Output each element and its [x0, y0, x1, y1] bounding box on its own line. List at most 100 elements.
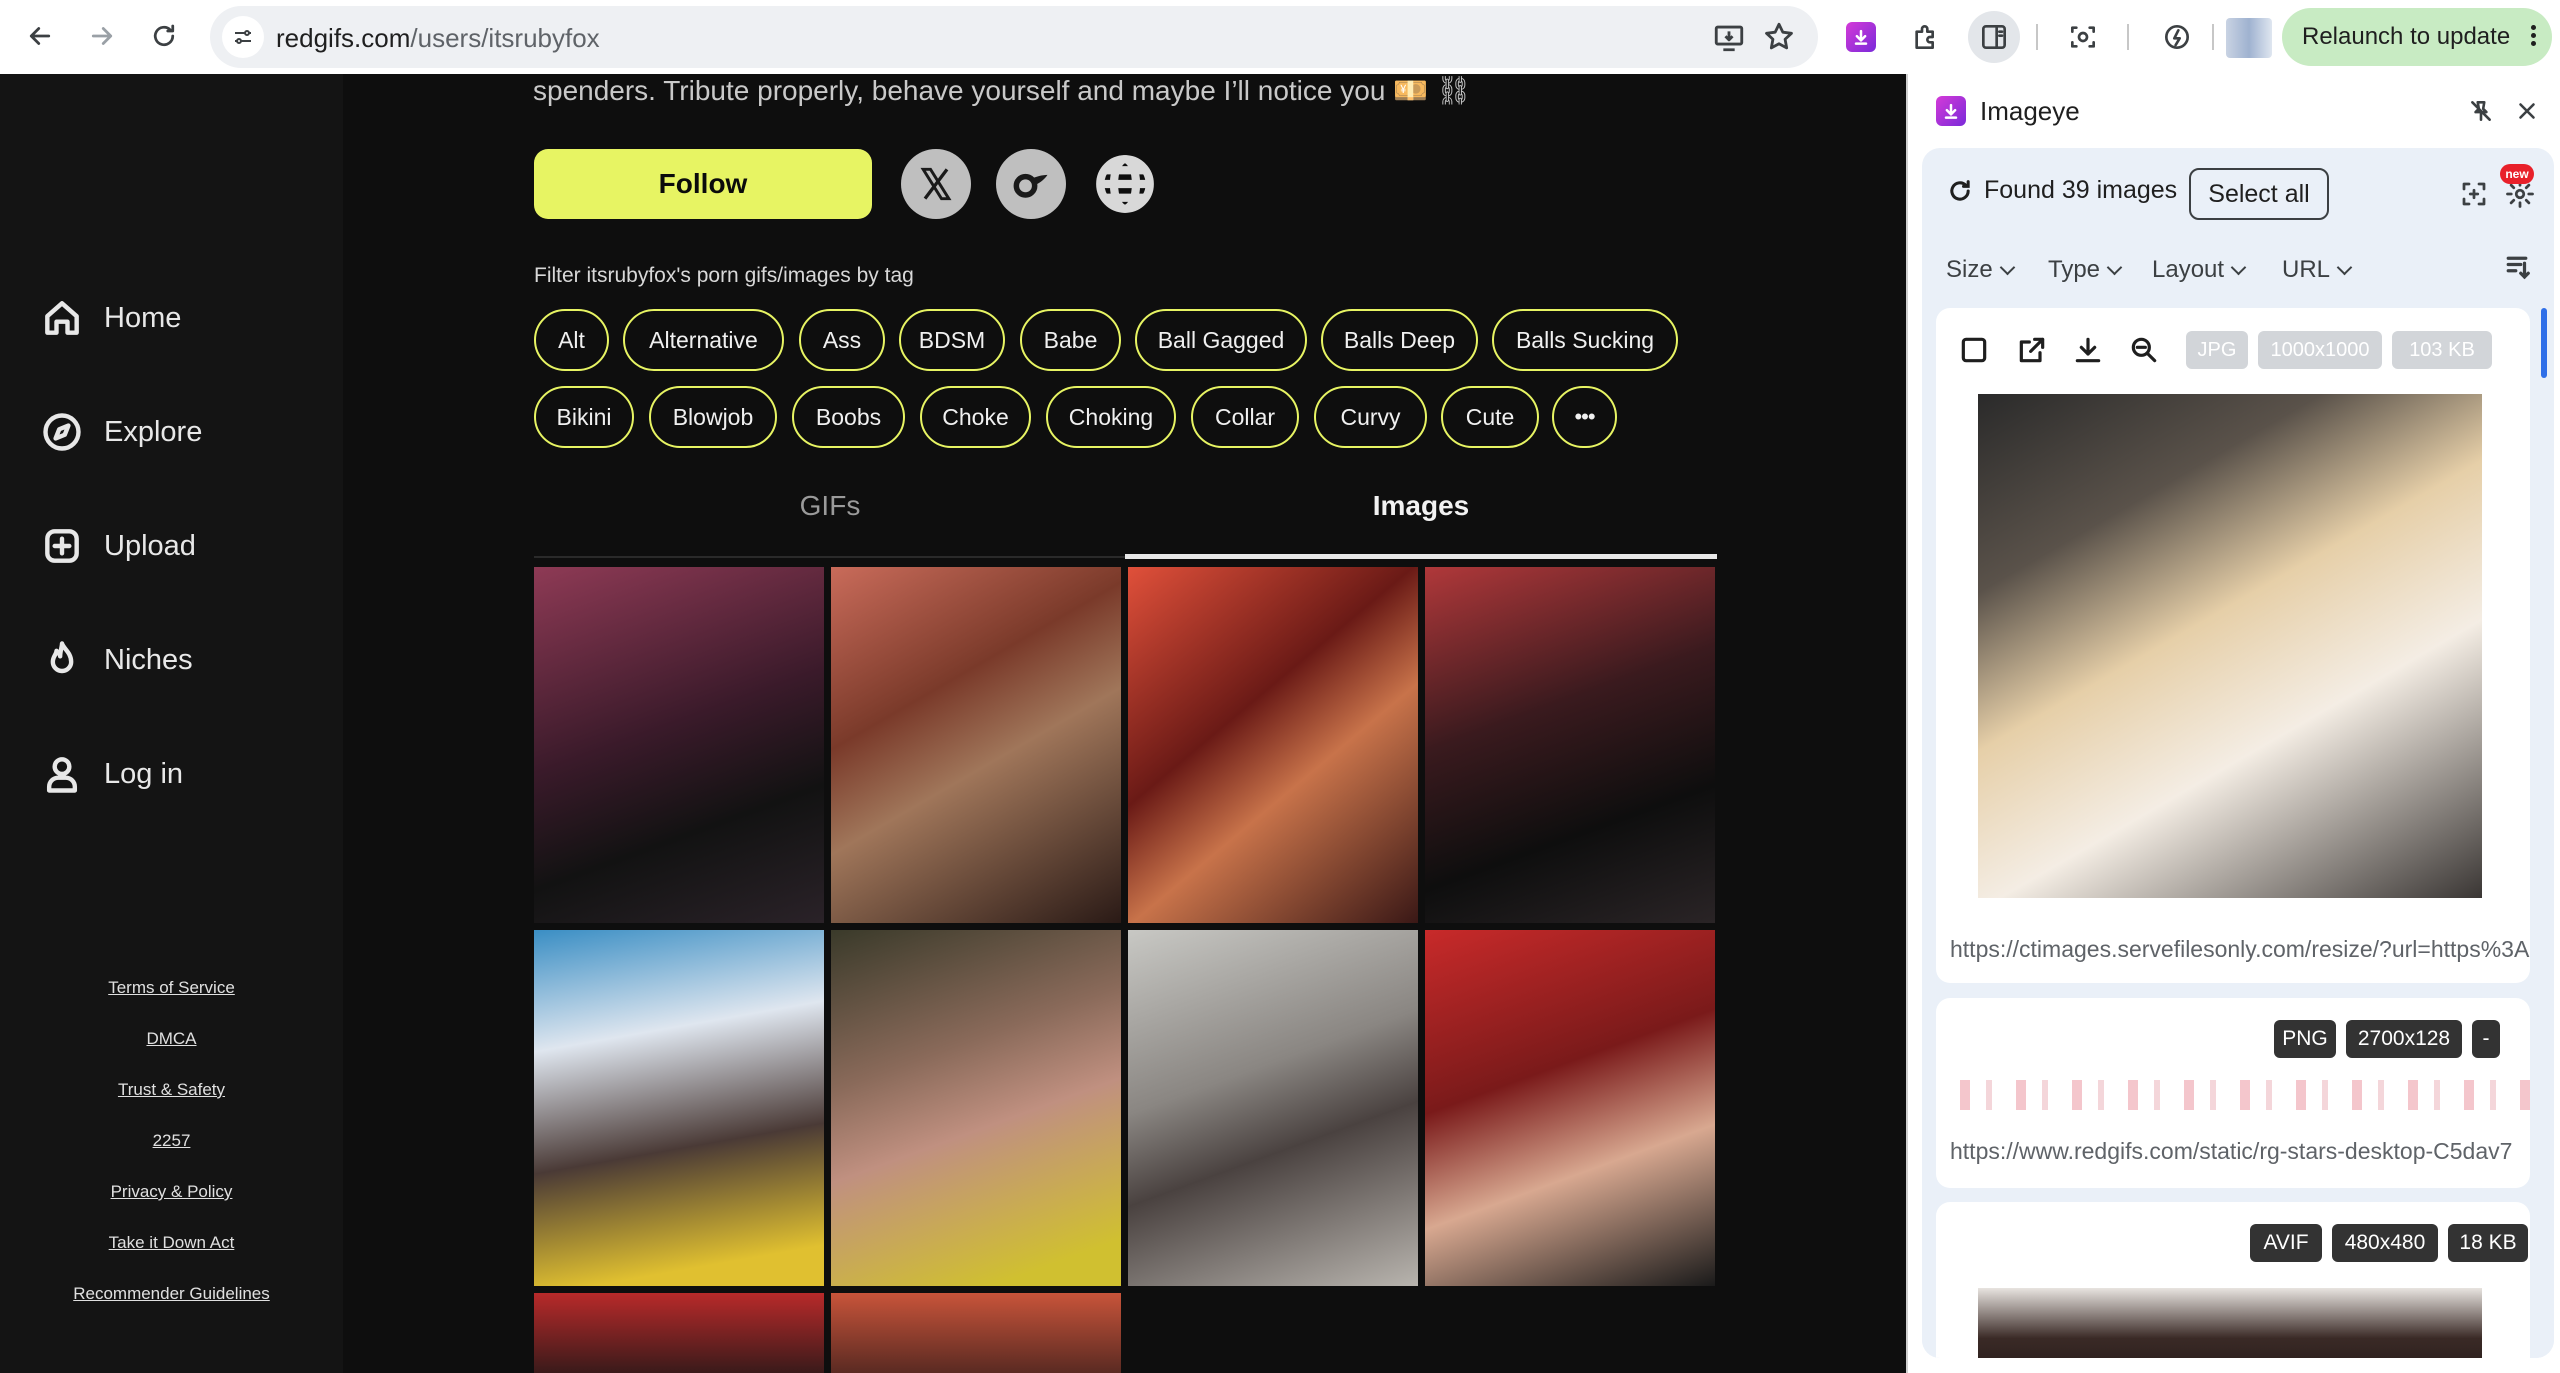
image-url[interactable]: https://ctimages.servefilesonly.com/resi… [1950, 936, 2530, 963]
tag-chip[interactable]: Curvy [1314, 386, 1427, 448]
tag-chip[interactable]: Alternative [623, 309, 784, 371]
tag-chip[interactable]: BDSM [899, 309, 1005, 371]
sidebar-item-login[interactable]: Log in [40, 744, 183, 804]
tag-chip[interactable]: Collar [1191, 386, 1299, 448]
tag-chip[interactable]: Balls Sucking [1492, 309, 1678, 371]
dropdown-label: URL [2282, 256, 2331, 283]
footer-link-terms[interactable]: Terms of Service [0, 978, 343, 998]
install-desktop-icon [1714, 25, 1744, 52]
tab-images[interactable]: Images [1125, 474, 1717, 538]
address-bar[interactable]: redgifs.com/users/itsrubyfox [210, 6, 1818, 68]
install-app-button[interactable] [1712, 20, 1746, 54]
forward-button[interactable] [78, 12, 126, 60]
tag-chip[interactable]: Choke [920, 386, 1031, 448]
open-in-tab-button[interactable] [2012, 330, 2052, 370]
footer-link-take-it-down[interactable]: Take it Down Act [0, 1233, 343, 1253]
bookmark-button[interactable] [1762, 20, 1796, 54]
image-thumbnail[interactable] [1128, 567, 1418, 923]
region-capture-button[interactable] [2456, 176, 2492, 212]
scrollbar[interactable] [2541, 308, 2547, 378]
website-link[interactable] [1090, 149, 1160, 219]
menu-dots-icon[interactable] [2528, 22, 2538, 52]
footer-link-recommender[interactable]: Recommender Guidelines [0, 1284, 343, 1304]
footer-link-trust-safety[interactable]: Trust & Safety [0, 1080, 343, 1100]
footer-link-dmca[interactable]: DMCA [0, 1029, 343, 1049]
site-info-button[interactable] [222, 16, 264, 58]
flame-icon [50, 641, 74, 674]
extensions-button[interactable] [1905, 16, 1947, 58]
layout-filter-dropdown[interactable]: Layout [2152, 256, 2247, 284]
sidebar-item-niches[interactable]: Niches [40, 630, 193, 690]
tab-gifs[interactable]: GIFs [534, 474, 1126, 538]
back-button[interactable] [16, 12, 64, 60]
unpin-button[interactable] [2464, 94, 2498, 128]
imageye-logo-icon [1846, 22, 1876, 52]
image-preview[interactable] [1978, 1288, 2482, 1358]
speed-icon [2165, 25, 2189, 49]
tag-chip[interactable]: Bikini [534, 386, 634, 448]
follow-button[interactable]: Follow [534, 149, 872, 219]
image-thumbnail[interactable] [534, 930, 824, 1286]
url-filter-dropdown[interactable]: URL [2282, 256, 2353, 284]
image-preview[interactable] [1978, 394, 2482, 898]
more-tags-button[interactable]: ••• [1552, 386, 1617, 448]
onlyfans-icon [1013, 173, 1048, 198]
tag-chip[interactable]: Babe [1020, 309, 1121, 371]
tag-chip[interactable]: Ball Gagged [1135, 309, 1307, 371]
profile-avatar[interactable] [2226, 18, 2272, 58]
image-thumbnail[interactable] [1425, 930, 1715, 1286]
size-filter-dropdown[interactable]: Size [1946, 256, 2015, 284]
panel-header: Imageye [1908, 74, 2560, 148]
side-panel-button[interactable] [1968, 11, 2020, 63]
panel-title: Imageye [1980, 96, 2080, 126]
image-url[interactable]: https://www.redgifs.com/static/rg-stars-… [1950, 1138, 2530, 1165]
sidebar-item-label: Explore [104, 415, 203, 448]
footer-link-privacy[interactable]: Privacy & Policy [0, 1182, 343, 1202]
tag-chip[interactable]: Boobs [792, 386, 905, 448]
sidebar-item-upload[interactable]: Upload [40, 516, 196, 576]
sidebar-item-home[interactable]: Home [40, 288, 181, 348]
image-thumbnail[interactable] [831, 1293, 1121, 1373]
reload-button[interactable] [140, 12, 188, 60]
imageye-extension-button[interactable] [1840, 16, 1882, 58]
select-all-button[interactable]: Select all [2189, 168, 2329, 220]
close-icon [2519, 103, 2535, 119]
profile-main: spenders. Tribute properly, behave yours… [343, 74, 1908, 1373]
image-thumbnail[interactable] [534, 567, 824, 923]
tag-chip[interactable]: Alt [534, 309, 609, 371]
screenshot-button[interactable] [2062, 16, 2104, 58]
close-panel-button[interactable] [2510, 94, 2544, 128]
tag-chip[interactable]: Cute [1441, 386, 1539, 448]
tag-chip[interactable]: Balls Deep [1321, 309, 1478, 371]
search-image-button[interactable] [2124, 330, 2164, 370]
image-preview[interactable] [1936, 1080, 2530, 1110]
refresh-icon[interactable] [1946, 177, 1974, 205]
download-button[interactable] [2068, 330, 2108, 370]
format-badge: JPG [2186, 331, 2248, 369]
size-badge: 18 KB [2448, 1224, 2528, 1262]
relaunch-button[interactable]: Relaunch to update [2282, 8, 2552, 66]
new-badge: new [2500, 164, 2534, 184]
select-checkbox[interactable] [1954, 330, 1994, 370]
onlyfans-link[interactable] [996, 149, 1066, 219]
tag-chip[interactable]: Blowjob [649, 386, 777, 448]
image-thumbnail[interactable] [534, 1293, 824, 1373]
image-thumbnail[interactable] [1425, 567, 1715, 923]
tag-chip[interactable]: Ass [799, 309, 885, 371]
sidebar-item-label: Home [104, 301, 182, 334]
tag-chip[interactable]: Choking [1046, 386, 1176, 448]
sort-icon [2506, 256, 2530, 280]
footer-link-2257[interactable]: 2257 [0, 1131, 343, 1151]
chevron-down-icon [1999, 259, 2015, 275]
performance-button[interactable] [2156, 16, 2198, 58]
dropdown-label: Layout [2152, 256, 2225, 283]
twitter-link[interactable] [901, 149, 971, 219]
sidebar-item-explore[interactable]: Explore [40, 402, 202, 462]
image-thumbnail[interactable] [831, 567, 1121, 923]
image-list[interactable]: JPG 1000x1000 103 KB https://ctimages.se… [1922, 308, 2554, 1358]
image-thumbnail[interactable] [1128, 930, 1418, 1286]
image-thumbnail[interactable] [831, 930, 1121, 1286]
toolbar-separator [2127, 24, 2129, 50]
type-filter-dropdown[interactable]: Type [2048, 256, 2123, 284]
sort-button[interactable] [2502, 252, 2536, 286]
